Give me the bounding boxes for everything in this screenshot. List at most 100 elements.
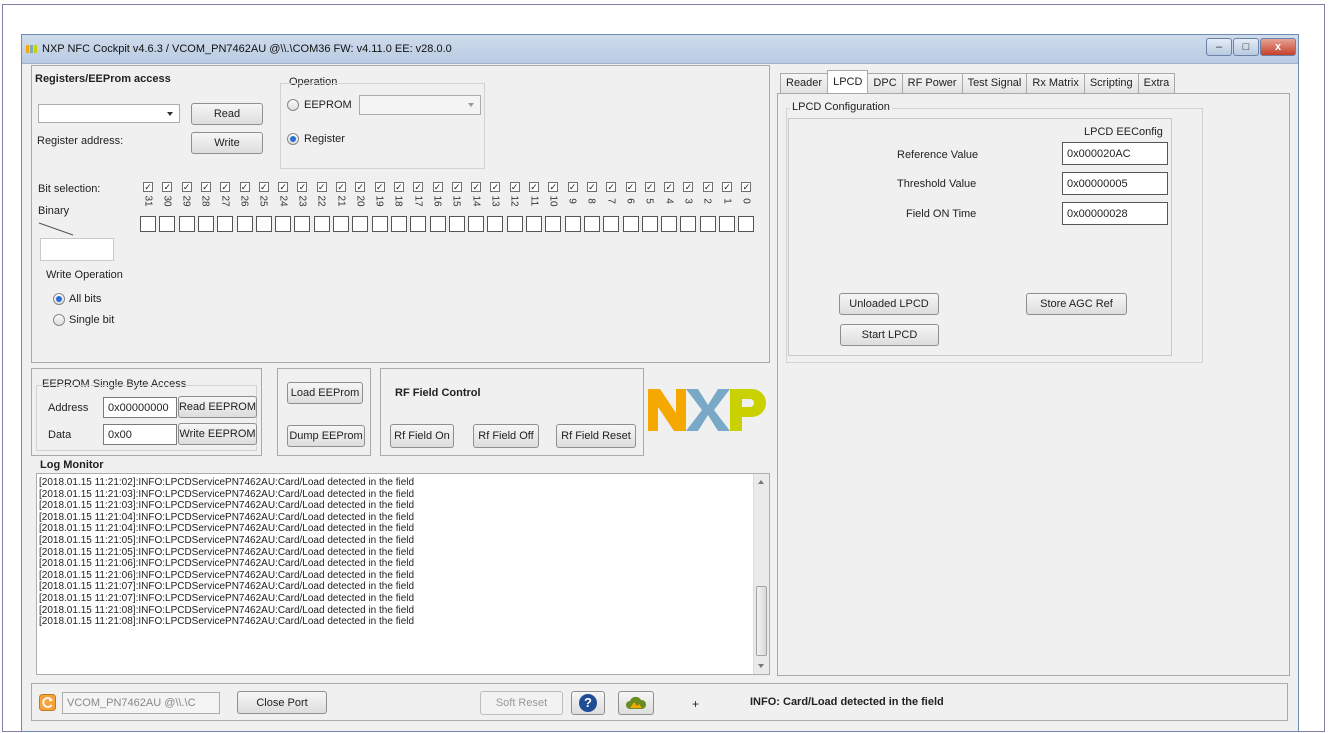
bit-checkbox[interactable]: ✓ <box>548 182 559 192</box>
soft-reset-button[interactable]: Soft Reset <box>480 691 563 715</box>
bit-value-cell[interactable] <box>255 216 272 232</box>
bit-checkbox[interactable]: ✓ <box>471 182 482 192</box>
tab-extra[interactable]: Extra <box>1137 73 1176 93</box>
log-scrollbar[interactable] <box>753 474 769 674</box>
bit-checkbox[interactable]: ✓ <box>413 182 424 192</box>
bit-checkbox[interactable]: ✓ <box>143 182 153 192</box>
bit-value-cell[interactable] <box>622 216 639 232</box>
write-button[interactable]: Write <box>191 132 263 154</box>
scroll-up-icon[interactable] <box>758 480 764 484</box>
bit-value-cell[interactable] <box>197 216 214 232</box>
bit-checkbox[interactable]: ✓ <box>393 182 404 192</box>
register-radio[interactable] <box>287 133 299 145</box>
bit-value-cell[interactable] <box>371 216 388 232</box>
field-on-time-field[interactable]: 0x00000028 <box>1062 202 1168 225</box>
bit-value-cell[interactable] <box>390 216 407 232</box>
close-port-button[interactable]: Close Port <box>237 691 327 714</box>
bit-value-cell[interactable] <box>236 216 253 232</box>
log-monitor[interactable]: [2018.01.15 11:21:02]:INFO:LPCDServicePN… <box>36 473 770 675</box>
bit-value-cell[interactable] <box>526 216 542 232</box>
bit-checkbox[interactable]: ✓ <box>162 182 173 192</box>
bit-checkbox[interactable]: ✓ <box>336 182 346 192</box>
read-eeprom-button[interactable]: Read EEPROM <box>178 396 257 418</box>
bit-checkbox[interactable]: ✓ <box>220 182 231 192</box>
bit-value-cell[interactable] <box>429 216 446 232</box>
address-field[interactable]: 0x00000000 <box>103 397 177 418</box>
rf-field-reset-button[interactable]: Rf Field Reset <box>556 424 636 448</box>
bit-value-cell[interactable] <box>506 216 523 232</box>
bit-checkbox[interactable]: ✓ <box>258 182 269 192</box>
maximize-button[interactable]: □ <box>1233 38 1259 56</box>
bit-checkbox[interactable]: ✓ <box>355 182 366 192</box>
tab-dpc[interactable]: DPC <box>867 73 903 93</box>
scroll-thumb[interactable] <box>756 586 767 656</box>
bit-value-cell[interactable] <box>603 216 620 232</box>
bit-checkbox[interactable]: ✓ <box>181 182 192 192</box>
bit-value-cell[interactable] <box>738 216 755 232</box>
port-select[interactable]: VCOM_PN7462AU @\\.\C <box>62 692 220 714</box>
bit-checkbox[interactable]: ✓ <box>683 182 694 192</box>
rf-field-off-button[interactable]: Rf Field Off <box>473 424 539 448</box>
cloud-button[interactable] <box>618 691 654 715</box>
dump-eeprom-button[interactable]: Dump EEProm <box>287 425 365 447</box>
threshold-value-field[interactable]: 0x00000005 <box>1062 172 1168 195</box>
refresh-icon[interactable] <box>39 694 56 711</box>
binary-value-field[interactable] <box>40 238 114 261</box>
bit-value-cell[interactable] <box>448 216 465 232</box>
bit-value-cell[interactable] <box>545 216 562 232</box>
bit-value-cell[interactable] <box>583 216 600 232</box>
bit-value-cell[interactable] <box>140 216 156 232</box>
bit-checkbox[interactable]: ✓ <box>625 182 636 192</box>
bit-value-cell[interactable] <box>680 216 697 232</box>
bit-checkbox[interactable]: ✓ <box>451 182 462 192</box>
bit-checkbox[interactable]: ✓ <box>490 182 501 192</box>
bit-checkbox[interactable]: ✓ <box>741 182 752 192</box>
tab-rx-matrix[interactable]: Rx Matrix <box>1026 73 1085 93</box>
bit-value-cell[interactable] <box>294 216 311 232</box>
bit-checkbox[interactable]: ✓ <box>529 182 539 192</box>
bit-checkbox[interactable]: ✓ <box>722 182 732 192</box>
bit-checkbox[interactable]: ✓ <box>278 182 289 192</box>
eeprom-select[interactable] <box>359 95 481 115</box>
bit-checkbox[interactable]: ✓ <box>316 182 327 192</box>
bit-checkbox[interactable]: ✓ <box>702 182 713 192</box>
bit-value-cell[interactable] <box>178 216 195 232</box>
bit-value-cell[interactable] <box>333 216 349 232</box>
tab-lpcd[interactable]: LPCD <box>827 70 869 93</box>
bit-value-cell[interactable] <box>699 216 716 232</box>
rf-field-on-button[interactable]: Rf Field On <box>390 424 454 448</box>
bit-value-cell[interactable] <box>313 216 330 232</box>
bit-checkbox[interactable]: ✓ <box>567 182 578 192</box>
bit-checkbox[interactable]: ✓ <box>374 182 385 192</box>
read-button[interactable]: Read <box>191 103 263 125</box>
tab-test-signal[interactable]: Test Signal <box>961 73 1028 93</box>
data-field[interactable]: 0x00 <box>103 424 177 445</box>
bit-value-cell[interactable] <box>410 216 427 232</box>
reference-value-field[interactable]: 0x000020AC <box>1062 142 1168 165</box>
minimize-button[interactable]: – <box>1206 38 1232 56</box>
bit-value-cell[interactable] <box>217 216 234 232</box>
bit-checkbox[interactable]: ✓ <box>239 182 250 192</box>
bit-value-cell[interactable] <box>468 216 485 232</box>
load-eeprom-button[interactable]: Load EEProm <box>287 382 363 404</box>
bit-value-cell[interactable] <box>352 216 369 232</box>
write-eeprom-button[interactable]: Write EEPROM <box>178 423 257 445</box>
close-button[interactable]: x <box>1260 38 1296 56</box>
help-button[interactable]: ? <box>571 691 605 715</box>
bit-value-cell[interactable] <box>564 216 581 232</box>
bit-value-cell[interactable] <box>275 216 292 232</box>
bit-value-cell[interactable] <box>719 216 735 232</box>
bit-checkbox[interactable]: ✓ <box>644 182 655 192</box>
tab-scripting[interactable]: Scripting <box>1083 73 1139 93</box>
bit-value-cell[interactable] <box>661 216 678 232</box>
single-bit-radio[interactable] <box>53 314 65 326</box>
bit-checkbox[interactable]: ✓ <box>200 182 211 192</box>
all-bits-radio[interactable] <box>53 293 65 305</box>
bit-value-cell[interactable] <box>487 216 504 232</box>
eeprom-radio[interactable] <box>287 99 299 111</box>
tab-reader[interactable]: Reader <box>780 73 829 93</box>
bit-value-cell[interactable] <box>159 216 176 232</box>
unloaded-lpcd-button[interactable]: Unloaded LPCD <box>839 293 939 315</box>
bit-checkbox[interactable]: ✓ <box>664 182 675 192</box>
scroll-down-icon[interactable] <box>758 664 764 668</box>
